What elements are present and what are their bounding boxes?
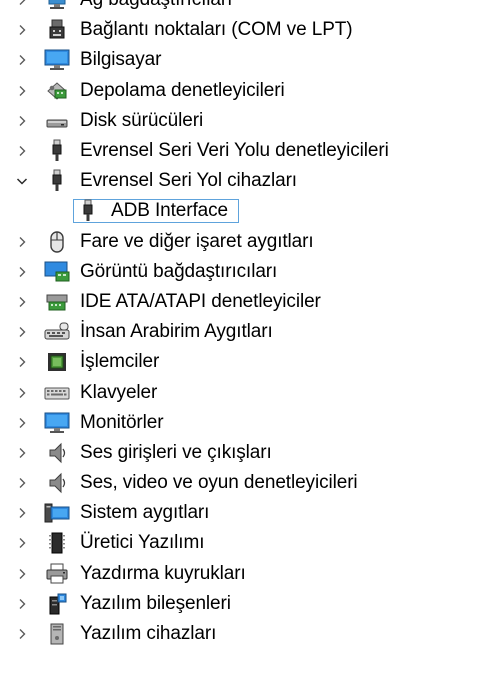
- chevron-right-icon[interactable]: [14, 22, 30, 38]
- tree-item-monitors[interactable]: Monitörler: [0, 408, 480, 438]
- tree-item-print-queues[interactable]: Yazdırma kuyrukları: [0, 559, 480, 589]
- tree-item-audio-io[interactable]: Ses girişleri ve çıkışları: [0, 438, 480, 468]
- tree-item-hid[interactable]: İnsan Arabirim Aygıtları: [0, 317, 480, 347]
- tree-item-label: Yazdırma kuyrukları: [80, 562, 246, 584]
- usb-controller-icon: [44, 138, 70, 164]
- chevron-down-icon[interactable]: [14, 173, 30, 189]
- tree-item-ports[interactable]: Bağlantı noktaları (COM ve LPT): [0, 15, 480, 45]
- chevron-right-icon[interactable]: [14, 354, 30, 370]
- computer-icon: [44, 47, 70, 73]
- tree-item-computer[interactable]: Bilgisayar: [0, 45, 480, 75]
- tree-item-label: Depolama denetleyicileri: [80, 79, 285, 101]
- chevron-right-icon[interactable]: [14, 535, 30, 551]
- tree-item-label: Yazılım bileşenleri: [80, 592, 231, 614]
- tree-item-label: Evrensel Seri Yol cihazları: [80, 170, 297, 192]
- tree-item-disk-drives[interactable]: Disk sürücüleri: [0, 106, 480, 136]
- chevron-right-icon[interactable]: [14, 445, 30, 461]
- chevron-right-icon[interactable]: [14, 264, 30, 280]
- speaker-icon: [44, 440, 70, 466]
- tree-item-system-devices[interactable]: Sistem aygıtları: [0, 498, 480, 528]
- system-device-icon: [44, 500, 70, 526]
- chevron-right-icon[interactable]: [14, 415, 30, 431]
- tree-item-label: Evrensel Seri Veri Yolu denetleyicileri: [80, 140, 389, 162]
- network-adapter-icon: [44, 0, 70, 13]
- tree-item-label: Ses, video ve oyun denetleyicileri: [80, 472, 358, 494]
- tree-item-label: Disk sürücüleri: [80, 109, 204, 131]
- processor-icon: [44, 349, 70, 375]
- tree-item-label: Yazılım cihazları: [80, 623, 217, 645]
- chevron-right-icon[interactable]: [14, 52, 30, 68]
- tree-item-processors[interactable]: İşlemciler: [0, 347, 480, 377]
- ide-controller-icon: [44, 289, 70, 315]
- tree-item-keyboards[interactable]: Klavyeler: [0, 377, 480, 407]
- tree-item-network-adapters[interactable]: Ağ bağdaştırıcıları: [0, 0, 480, 15]
- device-tree: Ağ bağdaştırıcıları Bağlantı noktaları (…: [0, 0, 480, 649]
- disk-drive-icon: [44, 108, 70, 134]
- chevron-right-icon[interactable]: [14, 234, 30, 250]
- tree-item-usb-devices[interactable]: Evrensel Seri Yol cihazları: [0, 166, 480, 196]
- chevron-right-icon[interactable]: [14, 626, 30, 642]
- chevron-right-icon[interactable]: [14, 83, 30, 99]
- display-adapter-icon: [44, 259, 70, 285]
- chevron-right-icon[interactable]: [14, 0, 30, 8]
- tree-item-adb-interface[interactable]: ADB Interface: [0, 196, 480, 226]
- tree-item-label: Görüntü bağdaştırıcıları: [80, 260, 278, 282]
- tree-item-label: İnsan Arabirim Aygıtları: [80, 321, 273, 343]
- chevron-right-icon[interactable]: [14, 566, 30, 582]
- tree-item-label: Monitörler: [80, 411, 164, 433]
- tree-item-label: Bağlantı noktaları (COM ve LPT): [80, 19, 353, 41]
- tree-item-mice[interactable]: Fare ve diğer işaret aygıtları: [0, 227, 480, 257]
- firmware-icon: [44, 530, 70, 556]
- tree-item-storage-controllers[interactable]: Depolama denetleyicileri: [0, 76, 480, 106]
- tree-item-label: Bilgisayar: [80, 49, 162, 71]
- chevron-right-icon[interactable]: [14, 475, 30, 491]
- chevron-right-icon[interactable]: [14, 143, 30, 159]
- tree-item-label: Fare ve diğer işaret aygıtları: [80, 230, 314, 252]
- software-component-icon: [44, 591, 70, 617]
- port-icon: [44, 17, 70, 43]
- tree-item-label: ADB Interface: [111, 200, 228, 222]
- tree-item-display-adapters[interactable]: Görüntü bağdaştırıcıları: [0, 257, 480, 287]
- sound-controller-icon: [44, 470, 70, 496]
- software-device-icon: [44, 621, 70, 647]
- tree-item-label: Ses girişleri ve çıkışları: [80, 441, 272, 463]
- tree-item-label: IDE ATA/ATAPI denetleyiciler: [80, 290, 321, 312]
- tree-item-label: Üretici Yazılımı: [80, 532, 205, 554]
- tree-item-usb-controllers[interactable]: Evrensel Seri Veri Yolu denetleyicileri: [0, 136, 480, 166]
- chevron-right-icon[interactable]: [14, 505, 30, 521]
- tree-item-software-devices[interactable]: Yazılım cihazları: [0, 619, 480, 649]
- tree-item-label: İşlemciler: [80, 351, 160, 373]
- chevron-right-icon[interactable]: [14, 113, 30, 129]
- keyboard-icon: [44, 380, 70, 406]
- chevron-right-icon[interactable]: [14, 294, 30, 310]
- chevron-right-icon[interactable]: [14, 385, 30, 401]
- tree-item-label: Sistem aygıtları: [80, 502, 210, 524]
- hid-icon: [44, 319, 70, 345]
- tree-item-ide-controllers[interactable]: IDE ATA/ATAPI denetleyiciler: [0, 287, 480, 317]
- tree-item-label: Klavyeler: [80, 381, 158, 403]
- monitor-icon: [44, 410, 70, 436]
- mouse-icon: [44, 229, 70, 255]
- printer-icon: [44, 561, 70, 587]
- storage-controller-icon: [44, 78, 70, 104]
- chevron-right-icon[interactable]: [14, 324, 30, 340]
- chevron-right-icon[interactable]: [14, 596, 30, 612]
- usb-device-icon: [75, 198, 101, 224]
- tree-item-software-components[interactable]: Yazılım bileşenleri: [0, 589, 480, 619]
- usb-device-icon: [44, 168, 70, 194]
- tree-item-sound-video-game[interactable]: Ses, video ve oyun denetleyicileri: [0, 468, 480, 498]
- tree-item-label: Ağ bağdaştırıcıları: [80, 0, 232, 11]
- tree-item-firmware[interactable]: Üretici Yazılımı: [0, 528, 480, 558]
